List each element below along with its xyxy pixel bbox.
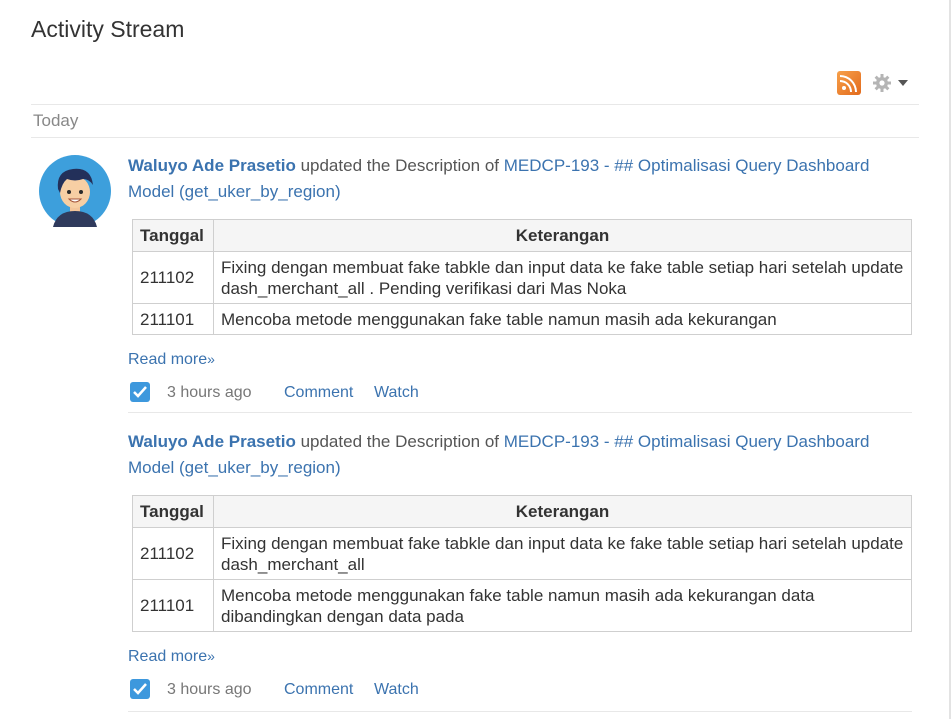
table-cell: Mencoba metode menggunakan fake table na…	[213, 579, 912, 632]
comment-link[interactable]: Comment	[284, 681, 353, 699]
gear-icon[interactable]	[872, 73, 892, 93]
table-cell: 211102	[132, 527, 214, 580]
entry-divider	[128, 711, 912, 712]
table-header-row: Tanggal Keterangan	[132, 219, 912, 252]
double-chevron-icon: »	[207, 648, 215, 664]
issue-key-link[interactable]: MEDCP-193	[504, 432, 599, 451]
table-cell: Fixing dengan membuat fake tabkle dan in…	[213, 251, 912, 304]
table-cell: 211101	[132, 303, 214, 335]
rss-feed-icon[interactable]	[837, 71, 861, 95]
table-row: 211102 Fixing dengan membuat fake tabkle…	[132, 251, 912, 304]
read-more-label: Read more	[128, 351, 208, 368]
read-more-link[interactable]: Read more»	[128, 648, 914, 666]
entry-divider	[128, 412, 912, 413]
table-header-row: Tanggal Keterangan	[132, 495, 912, 528]
table-cell: Mencoba metode menggunakan fake table na…	[213, 303, 912, 335]
action-text: updated the Description of	[295, 432, 504, 451]
issue-separator[interactable]: -	[599, 156, 614, 175]
description-table: Tanggal Keterangan 211102 Fixing dengan …	[132, 495, 912, 632]
action-text: updated the Description of	[295, 156, 504, 175]
table-row: 211101 Mencoba metode menggunakan fake t…	[132, 579, 912, 632]
activity-entry: Waluyo Ade Prasetio updated the Descript…	[128, 429, 914, 702]
read-more-link[interactable]: Read more»	[128, 351, 914, 369]
double-chevron-icon: »	[207, 351, 215, 367]
table-row: 211101 Mencoba metode menggunakan fake t…	[132, 303, 912, 335]
watch-link[interactable]: Watch	[374, 384, 419, 402]
user-link[interactable]: Waluyo Ade Prasetio	[128, 432, 296, 451]
divider	[31, 104, 919, 105]
entry-actions: 3 hours ago Comment Watch	[128, 678, 914, 702]
table-row: 211102 Fixing dengan membuat fake tabkle…	[132, 527, 912, 580]
stream-toolbar	[837, 71, 913, 95]
checkbox-icon[interactable]	[130, 679, 150, 699]
column-header: Tanggal	[132, 219, 214, 252]
column-header: Tanggal	[132, 495, 214, 528]
page-title: Activity Stream	[31, 16, 185, 42]
activity-headline: Waluyo Ade Prasetio updated the Descript…	[128, 153, 914, 205]
column-header: Keterangan	[213, 495, 912, 528]
issue-key-link[interactable]: MEDCP-193	[504, 156, 599, 175]
divider	[31, 137, 919, 138]
checkbox-icon[interactable]	[130, 382, 150, 402]
activity-entry: Waluyo Ade Prasetio updated the Descript…	[128, 153, 914, 405]
timestamp: 3 hours ago	[167, 681, 252, 698]
date-group-label: Today	[33, 111, 79, 130]
column-header: Keterangan	[213, 219, 912, 252]
activity-headline: Waluyo Ade Prasetio updated the Descript…	[128, 429, 914, 481]
user-link[interactable]: Waluyo Ade Prasetio	[128, 156, 296, 175]
table-cell: 211101	[132, 579, 214, 632]
watch-link[interactable]: Watch	[374, 681, 419, 699]
comment-link[interactable]: Comment	[284, 384, 353, 402]
caret-down-icon[interactable]	[898, 80, 908, 86]
issue-separator[interactable]: -	[599, 432, 614, 451]
read-more-label: Read more	[128, 648, 208, 665]
entry-actions: 3 hours ago Comment Watch	[128, 381, 914, 405]
table-cell: Fixing dengan membuat fake tabkle dan in…	[213, 527, 912, 580]
user-avatar[interactable]	[39, 155, 111, 227]
description-table: Tanggal Keterangan 211102 Fixing dengan …	[132, 219, 912, 335]
table-cell: 211102	[132, 251, 214, 304]
timestamp: 3 hours ago	[167, 384, 252, 401]
